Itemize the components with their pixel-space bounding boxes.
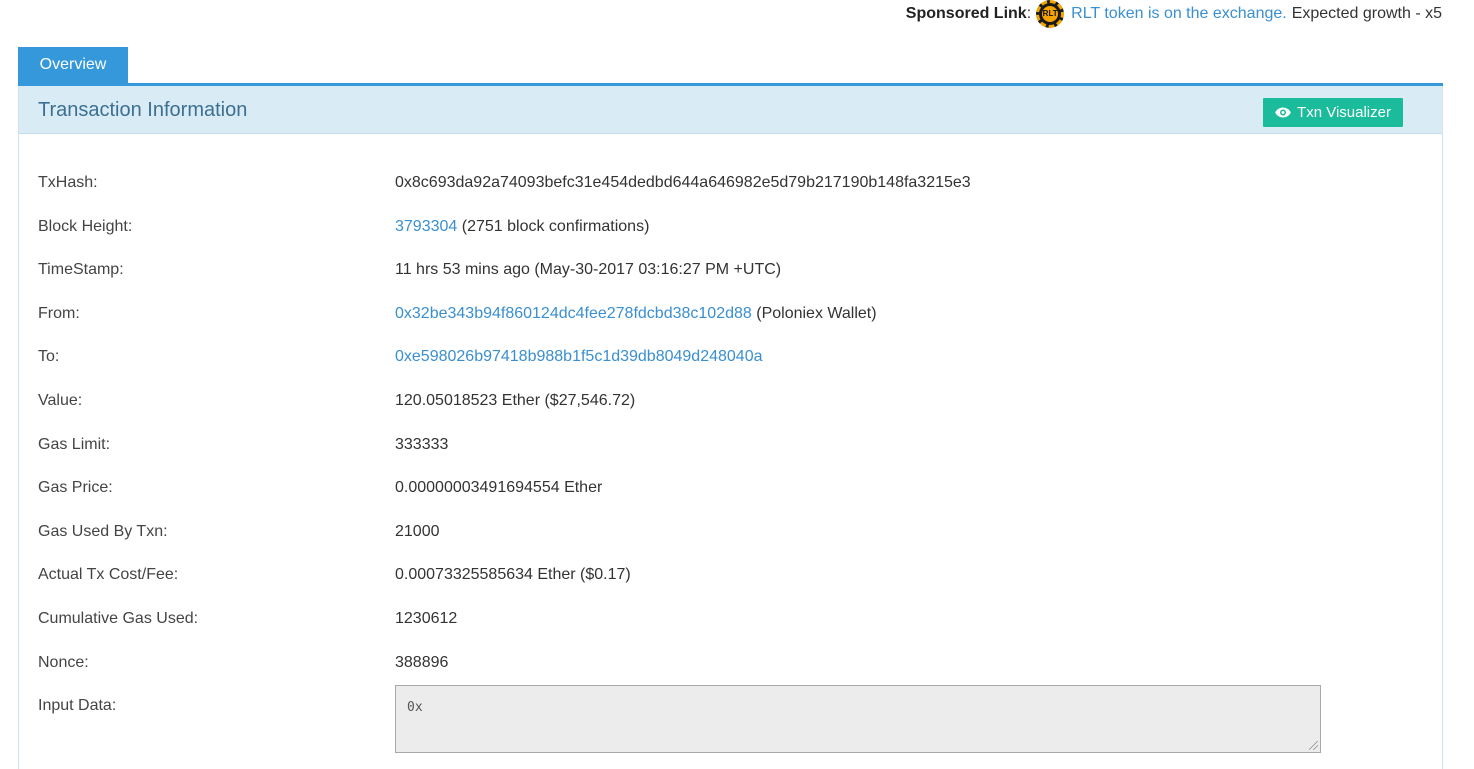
block-height-label: Block Height: — [38, 217, 133, 235]
txn-visualizer-label: Txn Visualizer — [1297, 104, 1391, 121]
input-data-label: Input Data: — [38, 697, 117, 715]
rlt-logo-text: RLT — [1042, 6, 1059, 22]
from-address-link[interactable]: 0x32be343b94f860124dc4fee278fdcbd38c102d… — [395, 305, 752, 322]
sponsored-link-colon: : — [1026, 5, 1032, 22]
detail-row-gas-used: Gas Used By Txn: 21000 — [19, 523, 1442, 567]
gas-used-label: Gas Used By Txn: — [38, 522, 168, 540]
input-data-textarea[interactable]: 0x — [395, 685, 1321, 754]
tab-overview[interactable]: Overview — [18, 47, 128, 83]
transaction-panel: Transaction Information Txn Visualizer T… — [18, 86, 1443, 769]
gas-limit-value: 333333 — [395, 435, 449, 453]
detail-row-txhash: TxHash: 0x8c693da92a74093befc31e454dedbd… — [19, 174, 1442, 218]
eye-icon — [1275, 107, 1291, 118]
sponsored-link-label: Sponsored Link — [905, 5, 1027, 22]
block-confirmations: (2751 block confirmations) — [461, 217, 650, 235]
rlt-token-logo[interactable]: RLT — [1036, 0, 1065, 28]
panel-title: Transaction Information — [38, 99, 248, 121]
from-address-tag: (Poloniex Wallet) — [756, 304, 877, 322]
block-number-link[interactable]: 3793304 — [395, 218, 457, 235]
detail-row-from: From: 0x32be343b94f860124dc4fee278fdcbd3… — [19, 305, 1442, 349]
from-label: From: — [38, 304, 80, 322]
panel-header: Transaction Information Txn Visualizer — [19, 86, 1442, 134]
sponsored-link-banner: Sponsored Link : RLT RLT token is on the… — [905, 0, 1442, 28]
txn-visualizer-button[interactable]: Txn Visualizer — [1263, 98, 1403, 127]
input-data-value: 0x — [407, 700, 423, 716]
block-height-value: 3793304 (2751 block confirmations) — [395, 218, 649, 236]
cumulative-gas-value: 1230612 — [395, 609, 458, 627]
txhash-label: TxHash: — [38, 174, 98, 191]
sponsored-link-tail: Expected growth - x5 — [1291, 5, 1442, 22]
tx-fee-value: 0.00073325585634 Ether ($0.17) — [395, 566, 631, 584]
to-label: To: — [38, 348, 60, 366]
detail-row-input-data: Input Data: 0x — [19, 685, 1442, 754]
sponsored-link[interactable]: RLT token is on the exchange. — [1071, 5, 1287, 23]
detail-row-value: Value: 120.05018523 Ether ($27,546.72) — [19, 392, 1442, 436]
transaction-details: TxHash: 0x8c693da92a74093befc31e454dedbd… — [19, 174, 1442, 754]
detail-row-timestamp: TimeStamp: 11 hrs 53 mins ago (May-30-20… — [19, 261, 1442, 305]
detail-row-cumulative-gas: Cumulative Gas Used: 1230612 — [19, 610, 1442, 654]
cumulative-gas-label: Cumulative Gas Used: — [38, 609, 199, 627]
detail-row-gas-limit: Gas Limit: 333333 — [19, 436, 1442, 480]
gas-used-value: 21000 — [395, 522, 440, 540]
tab-bar: Overview — [18, 47, 1443, 86]
timestamp-value: 11 hrs 53 mins ago (May-30-2017 03:16:27… — [395, 261, 782, 279]
nonce-value: 388896 — [395, 653, 449, 671]
timestamp-label: TimeStamp: — [38, 261, 124, 279]
detail-row-to: To: 0xe598026b97418b988b1f5c1d39db8049d2… — [19, 348, 1442, 392]
from-value: 0x32be343b94f860124dc4fee278fdcbd38c102d… — [395, 305, 877, 323]
tx-fee-label: Actual Tx Cost/Fee: — [38, 566, 179, 584]
nonce-label: Nonce: — [38, 653, 89, 671]
detail-row-tx-fee: Actual Tx Cost/Fee: 0.00073325585634 Eth… — [19, 566, 1442, 610]
to-address-link[interactable]: 0xe598026b97418b988b1f5c1d39db8049d24804… — [395, 348, 762, 365]
resize-grip-icon[interactable] — [1309, 741, 1318, 751]
detail-row-gas-price: Gas Price: 0.00000003491694554 Ether — [19, 479, 1442, 523]
gas-price-label: Gas Price: — [38, 479, 113, 497]
to-value: 0xe598026b97418b988b1f5c1d39db8049d24804… — [395, 348, 762, 366]
value-label: Value: — [38, 391, 83, 409]
gas-limit-label: Gas Limit: — [38, 435, 111, 453]
detail-row-block-height: Block Height: 3793304 (2751 block confir… — [19, 218, 1442, 262]
gas-price-value: 0.00000003491694554 Ether — [395, 479, 603, 497]
txhash-value: 0x8c693da92a74093befc31e454dedbd644a6469… — [395, 174, 971, 191]
value-amount: 120.05018523 Ether ($27,546.72) — [395, 391, 636, 409]
